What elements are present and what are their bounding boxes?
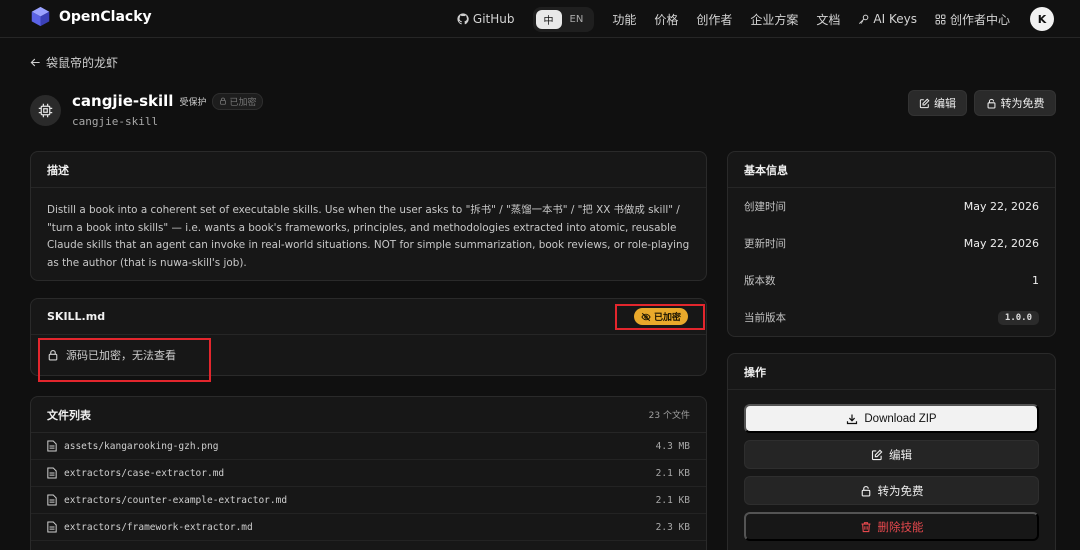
top-nav: OpenClacky GitHub 中 EN 功能 价格 创作者 企业方案 文档…: [0, 0, 1080, 38]
github-link[interactable]: GitHub: [457, 12, 515, 26]
file-icon: [47, 440, 57, 452]
lang-zh-button[interactable]: 中: [535, 9, 562, 29]
actions-card-header: 操作: [728, 354, 1055, 390]
download-zip-label: Download ZIP: [864, 412, 937, 425]
user-avatar[interactable]: K: [1030, 7, 1054, 31]
actions-card: 操作 Download ZIP 编辑 转为免费 删除技能: [727, 353, 1056, 550]
action-make-free-button[interactable]: 转为免费: [744, 476, 1039, 505]
ai-keys-link[interactable]: AI Keys: [858, 12, 917, 26]
delete-skill-button[interactable]: 删除技能: [744, 512, 1039, 541]
file-row[interactable]: extractors/case-extractor.md 2.1 KB: [31, 460, 706, 487]
highlight-box-locked: [38, 338, 211, 382]
brand-logo[interactable]: OpenClacky: [30, 6, 152, 27]
encrypted-chip: 已加密: [212, 92, 264, 110]
file-size: 2.1 KB: [655, 467, 690, 479]
info-row-created: 创建时间 May 22, 2026: [728, 188, 1055, 225]
action-make-free-label: 转为免费: [877, 485, 924, 498]
protected-label: 受保护: [179, 97, 207, 108]
info-label: 更新时间: [744, 238, 786, 250]
file-size: 4.3 MB: [655, 440, 690, 452]
description-title: 描述: [47, 163, 69, 177]
edit-icon: [871, 449, 883, 460]
lock-icon: [220, 97, 227, 105]
nav-link-creators[interactable]: 创作者: [696, 11, 732, 28]
info-value: 1: [1032, 274, 1039, 287]
brand-name: OpenClacky: [59, 8, 152, 25]
file-count: 23 个文件: [648, 411, 690, 421]
unlock-icon: [987, 98, 995, 108]
skillmd-card-header: SKILL.md 已加密: [31, 299, 706, 335]
file-row[interactable]: assets/kangarooking-gzh.png 4.3 MB: [31, 433, 706, 460]
key-icon: [859, 14, 869, 24]
back-link-label: 袋鼠帝的龙虾: [46, 56, 119, 70]
files-title: 文件列表: [47, 408, 91, 422]
back-link[interactable]: 袋鼠帝的龙虾: [30, 54, 118, 71]
description-card: 描述 Distill a book into a coherent set of…: [30, 151, 707, 281]
file-size: 2.1 KB: [655, 494, 690, 506]
download-icon: [847, 414, 858, 424]
file-name: assets/kangarooking-gzh.png: [64, 440, 219, 452]
description-card-header: 描述: [31, 152, 706, 188]
edit-button-label: 编辑: [934, 98, 956, 110]
highlight-box-badge: [615, 304, 705, 330]
info-label: 创建时间: [744, 201, 786, 213]
basic-info-card-header: 基本信息: [728, 152, 1055, 188]
delete-skill-label: 删除技能: [877, 521, 924, 534]
github-label: GitHub: [472, 12, 515, 26]
info-label: 当前版本: [744, 312, 786, 324]
chip-icon: [38, 103, 53, 118]
files-card-header: 文件列表 23 个文件: [31, 397, 706, 433]
creator-center-label: 创作者中心: [949, 12, 1010, 27]
file-icon: [47, 521, 57, 533]
file-name: extractors/counter-example-extractor.md: [64, 494, 288, 506]
action-edit-button[interactable]: 编辑: [744, 440, 1039, 469]
make-free-button-label: 转为免费: [1000, 98, 1045, 110]
unlock-icon: [861, 485, 870, 496]
file-size: 2.3 KB: [655, 521, 690, 533]
info-row-version-count: 版本数 1: [728, 262, 1055, 299]
skill-title: cangjie-skill: [72, 92, 174, 110]
encrypted-chip-label: 已加密: [229, 97, 257, 108]
info-row-current-version: 当前版本 1.0.0: [728, 299, 1055, 336]
info-row-updated: 更新时间 May 22, 2026: [728, 225, 1055, 262]
make-free-button[interactable]: 转为免费: [974, 90, 1056, 116]
file-name: extractors/case-extractor.md: [64, 467, 225, 479]
ai-keys-label: AI Keys: [873, 12, 917, 26]
language-switch: 中 EN: [532, 6, 595, 32]
version-chip: 1.0.0: [997, 310, 1039, 325]
info-label: 版本数: [744, 275, 776, 287]
creator-center-link[interactable]: 创作者中心: [935, 11, 1010, 28]
actions-title: 操作: [744, 365, 766, 379]
file-name: extractors/framework-extractor.md: [64, 521, 253, 533]
edit-button[interactable]: 编辑: [908, 90, 967, 116]
grid-icon: [935, 14, 946, 24]
skill-slug: cangjie-skill: [72, 115, 159, 128]
info-value: May 22, 2026: [963, 200, 1039, 213]
github-icon: [457, 13, 469, 25]
file-icon: [47, 467, 57, 479]
arrow-left-icon: [30, 58, 40, 67]
skill-title-row: cangjie-skill 受保护 已加密: [72, 92, 264, 110]
files-card: 文件列表 23 个文件 assets/kangarooking-gzh.png …: [30, 396, 707, 550]
file-row[interactable]: extractors/counter-example-extractor.md …: [31, 487, 706, 514]
edit-icon: [919, 98, 930, 108]
file-icon: [47, 494, 57, 506]
nav-links: GitHub 中 EN 功能 价格 创作者 企业方案 文档 AI Keys 创作…: [439, 5, 1054, 33]
nav-link-pricing[interactable]: 价格: [654, 11, 678, 28]
description-text: Distill a book into a coherent set of ex…: [47, 204, 690, 269]
download-zip-button[interactable]: Download ZIP: [744, 404, 1039, 433]
skill-avatar: [30, 95, 61, 126]
trash-icon: [861, 521, 870, 532]
brand-cube-icon: [31, 6, 50, 27]
lang-en-button[interactable]: EN: [562, 12, 592, 27]
nav-link-features[interactable]: 功能: [612, 11, 636, 28]
basic-info-title: 基本信息: [744, 163, 788, 177]
nav-link-docs[interactable]: 文档: [816, 11, 840, 28]
basic-info-card: 基本信息 创建时间 May 22, 2026 更新时间 May 22, 2026…: [727, 151, 1056, 337]
skillmd-title: SKILL.md: [47, 310, 106, 323]
action-edit-label: 编辑: [889, 449, 912, 462]
nav-link-enterprise[interactable]: 企业方案: [750, 11, 798, 28]
file-row[interactable]: extractors/framework-extractor.md 2.3 KB: [31, 514, 706, 541]
info-value: May 22, 2026: [963, 237, 1039, 250]
